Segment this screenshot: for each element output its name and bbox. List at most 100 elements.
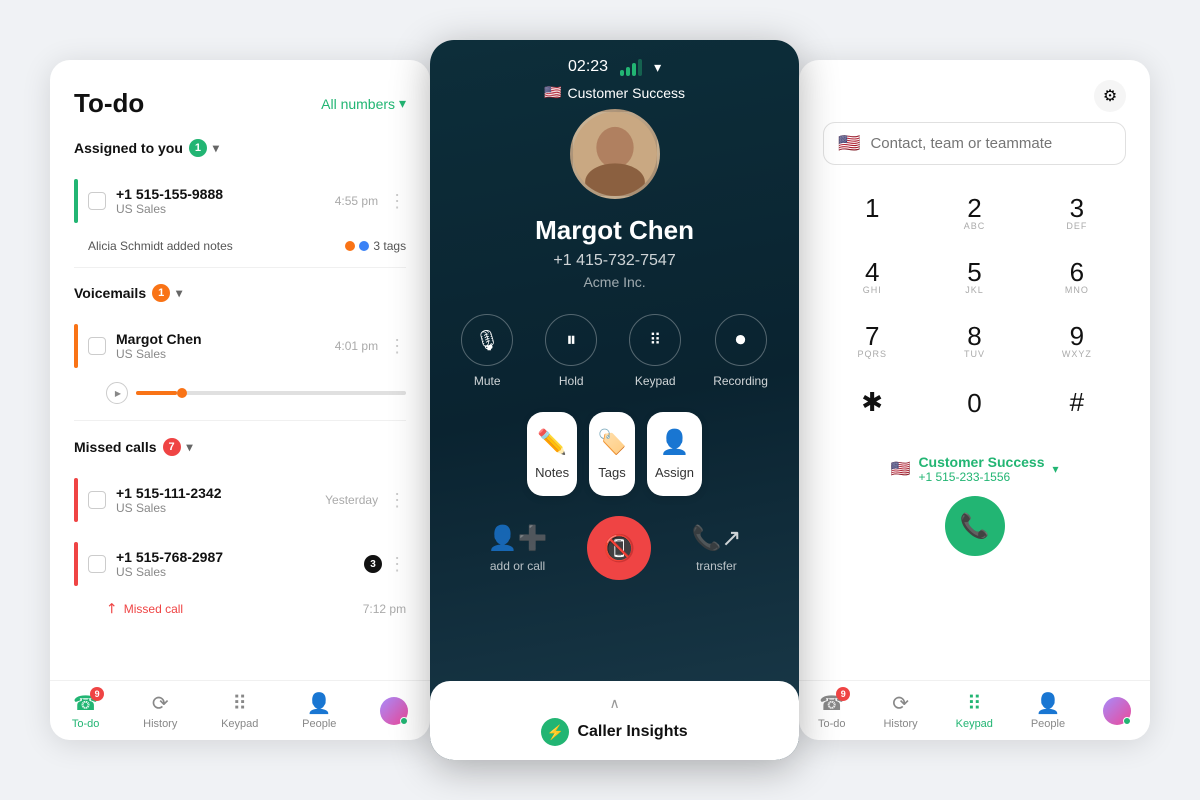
key-2[interactable]: 2 ABC [925,185,1023,245]
key-4[interactable]: 4 GHI [823,249,921,309]
missed-number-1: +1 515-111-2342 [116,485,315,501]
keypad-nav-icon: ⠿ [232,691,247,716]
progress-bar[interactable] [136,391,406,395]
voicemail-options-icon[interactable]: ⋮ [388,336,406,357]
voicemail-item[interactable]: Margot Chen US Sales 4:01 pm ⋮ [74,314,406,378]
assigned-chevron-icon[interactable]: ▾ [213,141,219,155]
keypad-grid: 1 2 ABC 3 DEF 4 GHI 5 JKL 6 MNO [823,185,1126,442]
insights-icon: ⚡ [541,718,569,746]
keypad-label: Keypad [635,374,676,388]
nav-todo[interactable]: ☎ 9 To-do [72,691,100,730]
mute-button[interactable]: 🎙 Mute [461,314,513,388]
right-history-icon: ⟳ [892,691,909,716]
add-call-label: add or call [490,559,545,573]
key-7[interactable]: 7 PQRS [823,313,921,373]
nav-todo-badge-wrap: ☎ 9 [73,691,98,716]
missed-chevron-icon[interactable]: ▾ [187,440,193,454]
right-todo-label: To-do [818,718,846,730]
progress-fill [136,391,177,395]
assign-label: Assign [655,465,694,480]
user-avatar [380,697,408,725]
call-options-icon[interactable]: ⋮ [388,191,406,212]
hold-button[interactable]: ⏸ Hold [545,314,597,388]
voicemail-team: US Sales [116,347,325,361]
all-numbers-filter[interactable]: All numbers ▾ [321,95,406,112]
end-call-button[interactable]: 📵 [587,516,651,580]
transfer-icon: 📞↗ [691,524,741,553]
missed-call-item-1[interactable]: +1 515-111-2342 US Sales Yesterday ⋮ [74,468,406,532]
todo-nav-label: To-do [72,718,100,730]
keypad-panel: ⚙ 🇺🇸 1 2 ABC 3 DEF 4 GHI [799,60,1150,740]
action-row: ✏️ Notes 🏷️ Tags 👤 Assign [511,412,718,496]
missed-checkbox-1[interactable] [88,491,106,509]
hold-label: Hold [559,374,584,388]
key-hash[interactable]: # [1028,377,1126,442]
right-keypad-label: Keypad [956,718,993,730]
key-8[interactable]: 8 TUV [925,313,1023,373]
right-nav-todo[interactable]: ☎ 9 To-do [818,691,846,730]
nav-avatar[interactable] [380,697,408,725]
voicemails-badge: 1 [152,284,170,302]
key-5[interactable]: 5 JKL [925,249,1023,309]
call-button-icon: 📞 [960,512,990,541]
missed-call-item-2[interactable]: +1 515-768-2987 US Sales 3 ⋮ [74,532,406,596]
missed-call-border-2 [74,542,78,586]
key-9[interactable]: 9 WXYZ [1028,313,1126,373]
add-call-button[interactable]: 👤➕ add or call [488,524,548,573]
note-text: Alicia Schmidt added notes [88,239,233,253]
missed-options-2-icon[interactable]: ⋮ [388,554,406,575]
recording-label: Recording [713,374,768,388]
missed-arrow-icon: ↙ [102,598,122,618]
right-nav-avatar[interactable] [1103,697,1131,725]
right-avatar-dot [1123,717,1131,725]
voicemail-checkbox[interactable] [88,337,106,355]
nav-keypad[interactable]: ⠿ Keypad [221,691,258,730]
recording-button[interactable]: ⏺ Recording [713,314,768,388]
caller-name: Margot Chen [535,215,694,246]
transfer-button[interactable]: 📞↗ transfer [691,524,741,573]
active-call-panel: 02:23 ▾ 🇺🇸 Customer Success Margot Chen [430,40,799,760]
tags-button[interactable]: 🏷️ Tags [589,412,635,496]
caller-avatar-image [573,109,657,199]
right-nav-history[interactable]: ⟳ History [883,691,917,730]
people-nav-icon: 👤 [307,691,332,716]
keypad-button[interactable]: ⠿ Keypad [629,314,681,388]
search-row: 🇺🇸 [823,122,1126,165]
right-nav-keypad[interactable]: ⠿ Keypad [956,691,993,730]
missed-team-2: US Sales [116,565,350,579]
key-star[interactable]: ✱ [823,377,921,442]
voicemails-chevron-icon[interactable]: ▾ [176,286,182,300]
transfer-label: transfer [696,559,737,573]
insights-header: ⚡ Caller Insights [541,718,687,746]
missed-checkbox-2[interactable] [88,555,106,573]
avatar-online-dot [400,717,408,725]
caller-insights-panel[interactable]: ∧ ⚡ Caller Insights [430,681,799,760]
search-input[interactable] [870,135,1111,152]
keypad-header: ⚙ [823,80,1126,112]
missed-number-2: +1 515-768-2987 [116,549,350,565]
assigned-badge: 1 [189,139,207,157]
key-3[interactable]: 3 DEF [1028,185,1126,245]
assigned-call-item[interactable]: +1 515-155-9888 US Sales 4:55 pm ⋮ [74,169,406,233]
active-number-chevron-icon[interactable]: ▾ [1053,462,1059,476]
call-button[interactable]: 📞 [945,496,1005,556]
key-6[interactable]: 6 MNO [1028,249,1126,309]
call-checkbox[interactable] [88,192,106,210]
assign-button[interactable]: 👤 Assign [647,412,702,496]
call-item-border [74,179,78,223]
nav-history[interactable]: ⟳ History [143,691,177,730]
left-bottom-nav: ☎ 9 To-do ⟳ History ⠿ Keypad 👤 People [50,680,430,740]
settings-icon[interactable]: ⚙ [1094,80,1126,112]
right-people-label: People [1031,718,1065,730]
missed-thread-badge: 3 [364,555,382,573]
key-1[interactable]: 1 [823,185,921,245]
call-chevron-down-icon[interactable]: ▾ [654,59,661,76]
missed-options-1-icon[interactable]: ⋮ [388,490,406,511]
key-0[interactable]: 0 [925,377,1023,442]
notes-button[interactable]: ✏️ Notes [527,412,577,496]
call-team-label: 🇺🇸 Customer Success [544,84,685,101]
signal-bars-icon [620,59,642,76]
nav-people[interactable]: 👤 People [302,691,336,730]
right-nav-people[interactable]: 👤 People [1031,691,1065,730]
play-button[interactable] [106,382,128,404]
